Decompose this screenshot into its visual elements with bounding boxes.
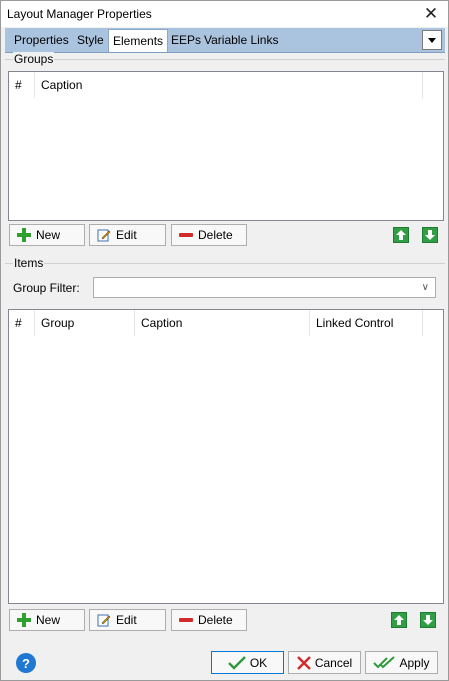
tab-elements[interactable]: Elements bbox=[108, 29, 169, 52]
groups-col-number[interactable]: # bbox=[9, 72, 35, 98]
checkmark-icon bbox=[227, 655, 246, 670]
items-edit-button[interactable]: Edit bbox=[89, 609, 166, 631]
group-filter-combo[interactable]: ∨ bbox=[93, 277, 436, 298]
help-icon[interactable]: ? bbox=[16, 653, 36, 673]
arrow-up-icon bbox=[396, 230, 406, 240]
groups-delete-label: Delete bbox=[198, 228, 233, 242]
cancel-label: Cancel bbox=[314, 655, 353, 670]
cancel-button[interactable]: Cancel bbox=[288, 651, 361, 674]
chevron-down-icon: ∨ bbox=[421, 282, 429, 293]
chevron-down-icon bbox=[428, 37, 436, 43]
ok-label: OK bbox=[249, 655, 268, 670]
dialog-footer: ? OK Cancel Apply bbox=[1, 645, 448, 680]
groups-edit-label: Edit bbox=[116, 228, 137, 242]
groups-delete-button[interactable]: Delete bbox=[171, 224, 247, 246]
items-move-down-button[interactable] bbox=[420, 612, 436, 628]
groups-grid-header: # Caption bbox=[9, 72, 443, 98]
groups-move-up-button[interactable] bbox=[393, 227, 409, 243]
minus-icon bbox=[179, 228, 193, 242]
dialog-window: Layout Manager Properties ✕ Properties S… bbox=[0, 0, 449, 681]
items-grid-header: # Group Caption Linked Control bbox=[9, 310, 443, 336]
group-filter-label: Group Filter: bbox=[13, 281, 80, 295]
items-new-label: New bbox=[36, 613, 61, 627]
ok-button[interactable]: OK bbox=[211, 651, 284, 674]
groups-col-caption[interactable]: Caption bbox=[35, 72, 423, 98]
items-separator bbox=[5, 263, 445, 264]
apply-label: Apply bbox=[399, 655, 430, 670]
items-section-label: Items bbox=[13, 256, 45, 270]
items-col-caption[interactable]: Caption bbox=[135, 310, 310, 336]
groups-new-label: New bbox=[36, 228, 61, 242]
items-new-button[interactable]: New bbox=[9, 609, 85, 631]
apply-button[interactable]: Apply bbox=[365, 651, 438, 674]
items-col-linked-control[interactable]: Linked Control bbox=[310, 310, 423, 336]
items-delete-button[interactable]: Delete bbox=[171, 609, 247, 631]
groups-section-label: Groups bbox=[13, 52, 55, 66]
items-grid[interactable]: # Group Caption Linked Control bbox=[8, 309, 444, 604]
title-bar: Layout Manager Properties ✕ bbox=[1, 1, 448, 27]
arrow-down-icon bbox=[425, 230, 435, 240]
double-check-icon bbox=[373, 655, 396, 668]
tab-strip: Properties Style Elements EEPs Variable … bbox=[5, 28, 445, 53]
plus-icon bbox=[17, 228, 31, 242]
tab-style[interactable]: Style bbox=[73, 31, 108, 50]
pencil-icon bbox=[97, 613, 111, 627]
groups-new-button[interactable]: New bbox=[9, 224, 85, 246]
arrow-down-icon bbox=[423, 615, 433, 625]
items-move-up-button[interactable] bbox=[391, 612, 407, 628]
tab-variable-links[interactable]: Variable Links bbox=[200, 31, 282, 50]
pencil-icon bbox=[97, 228, 111, 242]
items-col-group[interactable]: Group bbox=[35, 310, 135, 336]
items-col-number[interactable]: # bbox=[9, 310, 35, 336]
x-icon bbox=[296, 655, 311, 670]
groups-edit-button[interactable]: Edit bbox=[89, 224, 166, 246]
items-edit-label: Edit bbox=[116, 613, 137, 627]
close-icon[interactable]: ✕ bbox=[414, 1, 448, 27]
groups-move-down-button[interactable] bbox=[422, 227, 438, 243]
window-title: Layout Manager Properties bbox=[7, 7, 152, 21]
tab-properties[interactable]: Properties bbox=[10, 31, 73, 50]
tab-overflow-dropdown[interactable] bbox=[422, 30, 442, 50]
items-delete-label: Delete bbox=[198, 613, 233, 627]
minus-icon bbox=[179, 613, 193, 627]
groups-separator bbox=[5, 59, 445, 60]
arrow-up-icon bbox=[394, 615, 404, 625]
groups-grid[interactable]: # Caption bbox=[8, 71, 444, 221]
plus-icon bbox=[17, 613, 31, 627]
